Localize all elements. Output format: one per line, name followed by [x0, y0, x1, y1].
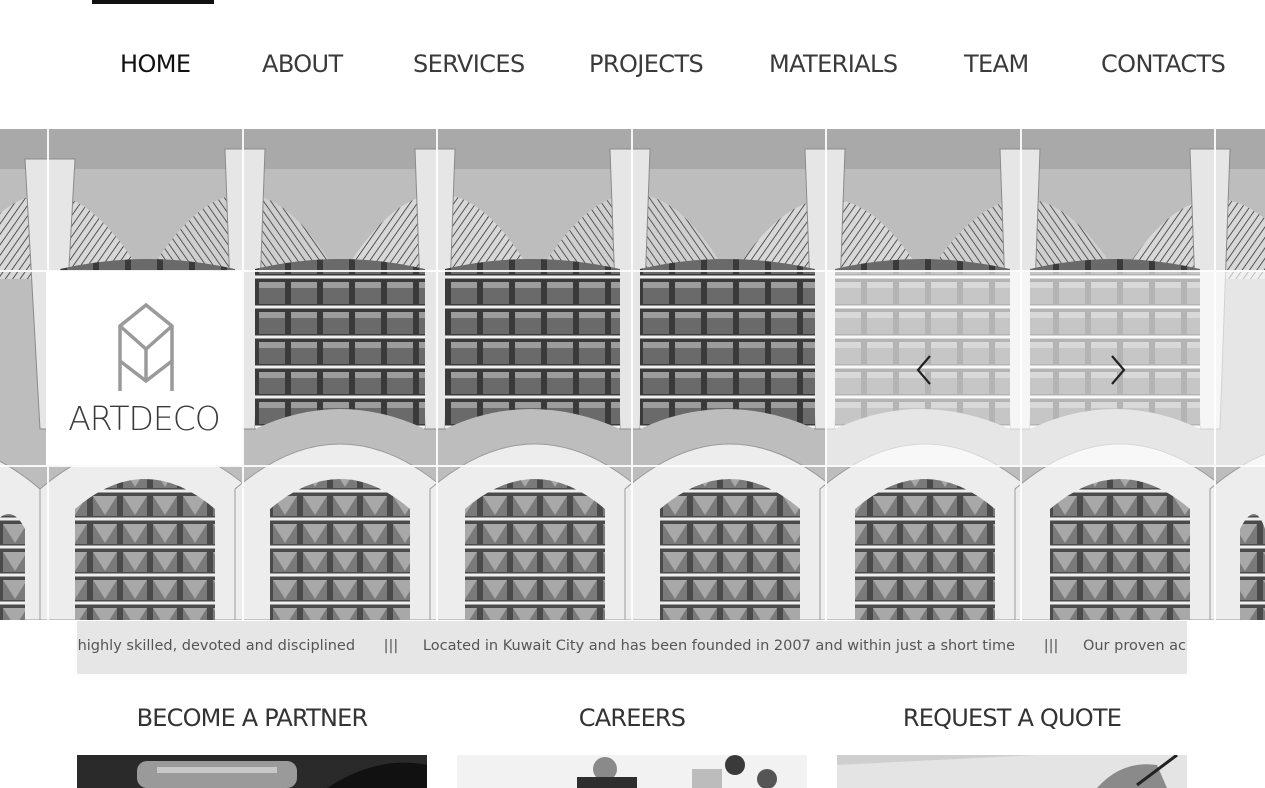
ticker-separator: ||| — [383, 638, 399, 654]
ticker-track: r highly skilled, devoted and discipline… — [77, 638, 1187, 654]
nav-item-materials[interactable]: MATERIALS — [769, 50, 898, 78]
team-meeting-photo[interactable] — [457, 755, 807, 788]
nav-active-indicator — [92, 0, 214, 4]
nav-item-team[interactable]: TEAM — [964, 50, 1029, 78]
ticker-item: Our proven achievements derive fr — [1082, 638, 1187, 654]
become-partner-title[interactable]: BECOME A PARTNER — [77, 704, 427, 732]
signing-document-photo[interactable] — [837, 755, 1187, 788]
chevron-right-icon[interactable] — [1106, 352, 1130, 388]
nav-item-services[interactable]: SERVICES — [413, 50, 525, 78]
handshake-photo[interactable] — [77, 755, 427, 788]
nav-item-about[interactable]: ABOUT — [262, 50, 343, 78]
nav-item-contacts[interactable]: CONTACTS — [1101, 50, 1226, 78]
main-nav: HOME ABOUT SERVICES PROJECTS MATERIALS T… — [0, 50, 1265, 84]
artdeco-logo: ARTDECO — [46, 271, 242, 465]
nav-item-projects[interactable]: PROJECTS — [589, 50, 704, 78]
logo-wordmark: ARTDECO — [68, 399, 221, 438]
chevron-left-icon[interactable] — [912, 352, 936, 388]
nav-item-home[interactable]: HOME — [120, 50, 191, 78]
careers-title[interactable]: CAREERS — [457, 704, 807, 732]
ticker-item: r highly skilled, devoted and discipline… — [77, 638, 356, 654]
slider-overlay-panel — [826, 271, 1265, 465]
hero-slider: ARTDECO — [0, 129, 1265, 620]
ticker-item: Located in Kuwait City and has been foun… — [422, 638, 1016, 654]
artdeco-logo-icon — [118, 302, 174, 399]
news-ticker: r highly skilled, devoted and discipline… — [77, 621, 1187, 674]
request-quote-title[interactable]: REQUEST A QUOTE — [837, 704, 1187, 732]
ticker-separator: ||| — [1043, 638, 1059, 654]
